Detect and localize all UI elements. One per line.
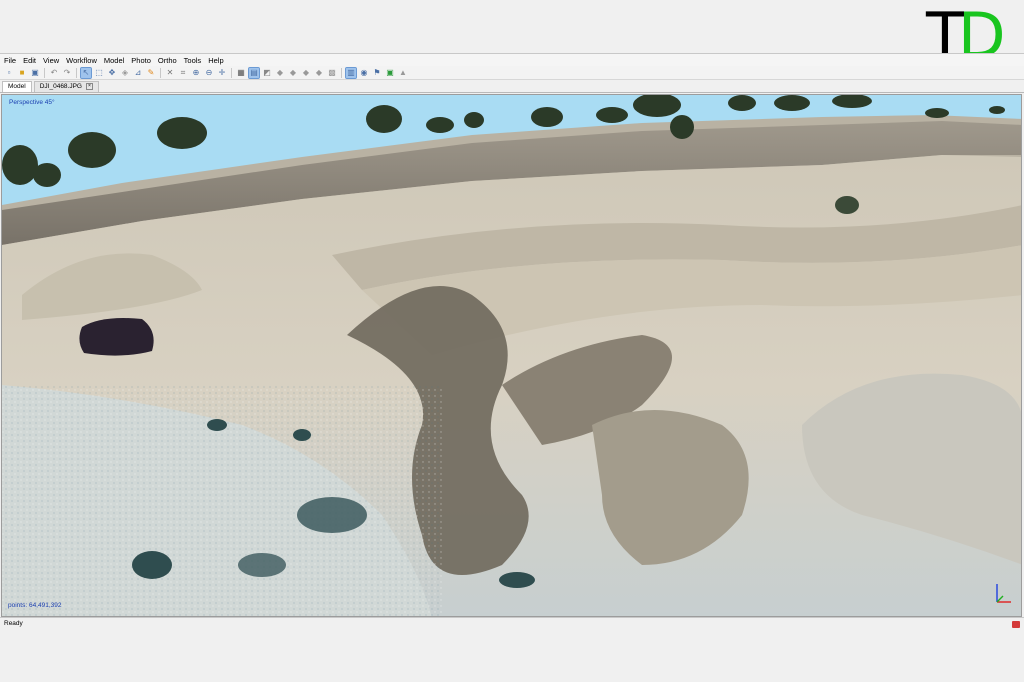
rect-select-icon[interactable]: ⬚ (94, 68, 104, 78)
status-bar: Ready (0, 617, 1024, 630)
points-count-label: points: 64,491,392 (8, 602, 62, 609)
show-cameras-icon[interactable]: ◉ (359, 68, 369, 78)
menu-file[interactable]: File (4, 56, 16, 65)
tab-photo[interactable]: DJI_0468.JPG × (33, 81, 99, 92)
dense-cloud-icon[interactable]: ◆ (288, 68, 298, 78)
menu-bar: File Edit View Workflow Model Photo Orth… (0, 54, 1024, 66)
shapes-icon[interactable]: ▣ (385, 68, 395, 78)
toolbar-divider (231, 67, 232, 78)
redo-icon[interactable]: ↷ (62, 68, 72, 78)
toolbar-divider (160, 67, 161, 78)
model-viewport[interactable]: Perspective 45° points: 64,491,392 (1, 94, 1022, 617)
fit-icon[interactable]: ▦ (236, 68, 246, 78)
menu-help[interactable]: Help (208, 56, 223, 65)
tab-model-label: Model (8, 83, 26, 90)
close-icon[interactable]: × (86, 83, 93, 90)
tiled-icon[interactable]: ▩ (327, 68, 337, 78)
zoom-out-icon[interactable]: ⊖ (204, 68, 214, 78)
menu-ortho[interactable]: Ortho (158, 56, 177, 65)
new-icon[interactable]: ▫ (4, 68, 14, 78)
reset-view-icon[interactable]: ✛ (217, 68, 227, 78)
toolbar-divider (44, 67, 45, 78)
toolbar-divider (76, 67, 77, 78)
mesh-icon[interactable]: ◆ (301, 68, 311, 78)
rotate-icon[interactable]: ◈ (120, 68, 130, 78)
shading-icon[interactable]: ◩ (262, 68, 272, 78)
grid-icon[interactable]: ▤ (248, 66, 260, 79)
zoom-in-icon[interactable]: ⊕ (191, 68, 201, 78)
status-text: Ready (4, 620, 23, 627)
textured-icon[interactable]: ◆ (314, 68, 324, 78)
menu-workflow[interactable]: Workflow (66, 56, 97, 65)
delete-icon[interactable]: ✕ (165, 68, 175, 78)
dem-icon[interactable]: ▥ (345, 66, 357, 79)
pointer-icon[interactable]: ↖ (80, 66, 92, 79)
tab-model[interactable]: Model (2, 81, 32, 92)
menu-tools[interactable]: Tools (184, 56, 202, 65)
menu-edit[interactable]: Edit (23, 56, 36, 65)
navigation-icon[interactable]: ✥ (107, 68, 117, 78)
point-cloud-icon[interactable]: ◆ (275, 68, 285, 78)
perspective-label: Perspective 45° (9, 99, 55, 106)
undo-icon[interactable]: ↶ (49, 68, 59, 78)
tab-bar: Model DJI_0468.JPG × (0, 80, 1024, 93)
menu-model[interactable]: Model (104, 56, 124, 65)
tab-photo-label: DJI_0468.JPG (39, 83, 82, 90)
terrain-render (2, 95, 1021, 616)
toolbar-divider (341, 67, 342, 78)
ruler-icon[interactable]: ⊿ (133, 68, 143, 78)
axis-gizmo-icon (996, 584, 1011, 603)
app-window: File Edit View Workflow Model Photo Orth… (0, 53, 1024, 630)
save-icon[interactable]: ▣ (30, 68, 40, 78)
toolbar: ▫ ■ ▣ ↶ ↷ ↖ ⬚ ✥ ◈ ⊿ ✎ ✕ ⌗ ⊕ ⊖ ✛ ▦ ▤ ◩ ◆ … (0, 66, 1024, 80)
menu-view[interactable]: View (43, 56, 59, 65)
menu-photo[interactable]: Photo (131, 56, 151, 65)
status-indicator-icon (1012, 621, 1020, 628)
markers-icon[interactable]: ⚑ (372, 68, 382, 78)
ortho-icon[interactable]: ▲ (398, 68, 408, 78)
open-icon[interactable]: ■ (17, 68, 27, 78)
draw-icon[interactable]: ✎ (146, 68, 156, 78)
crop-icon[interactable]: ⌗ (178, 68, 188, 78)
